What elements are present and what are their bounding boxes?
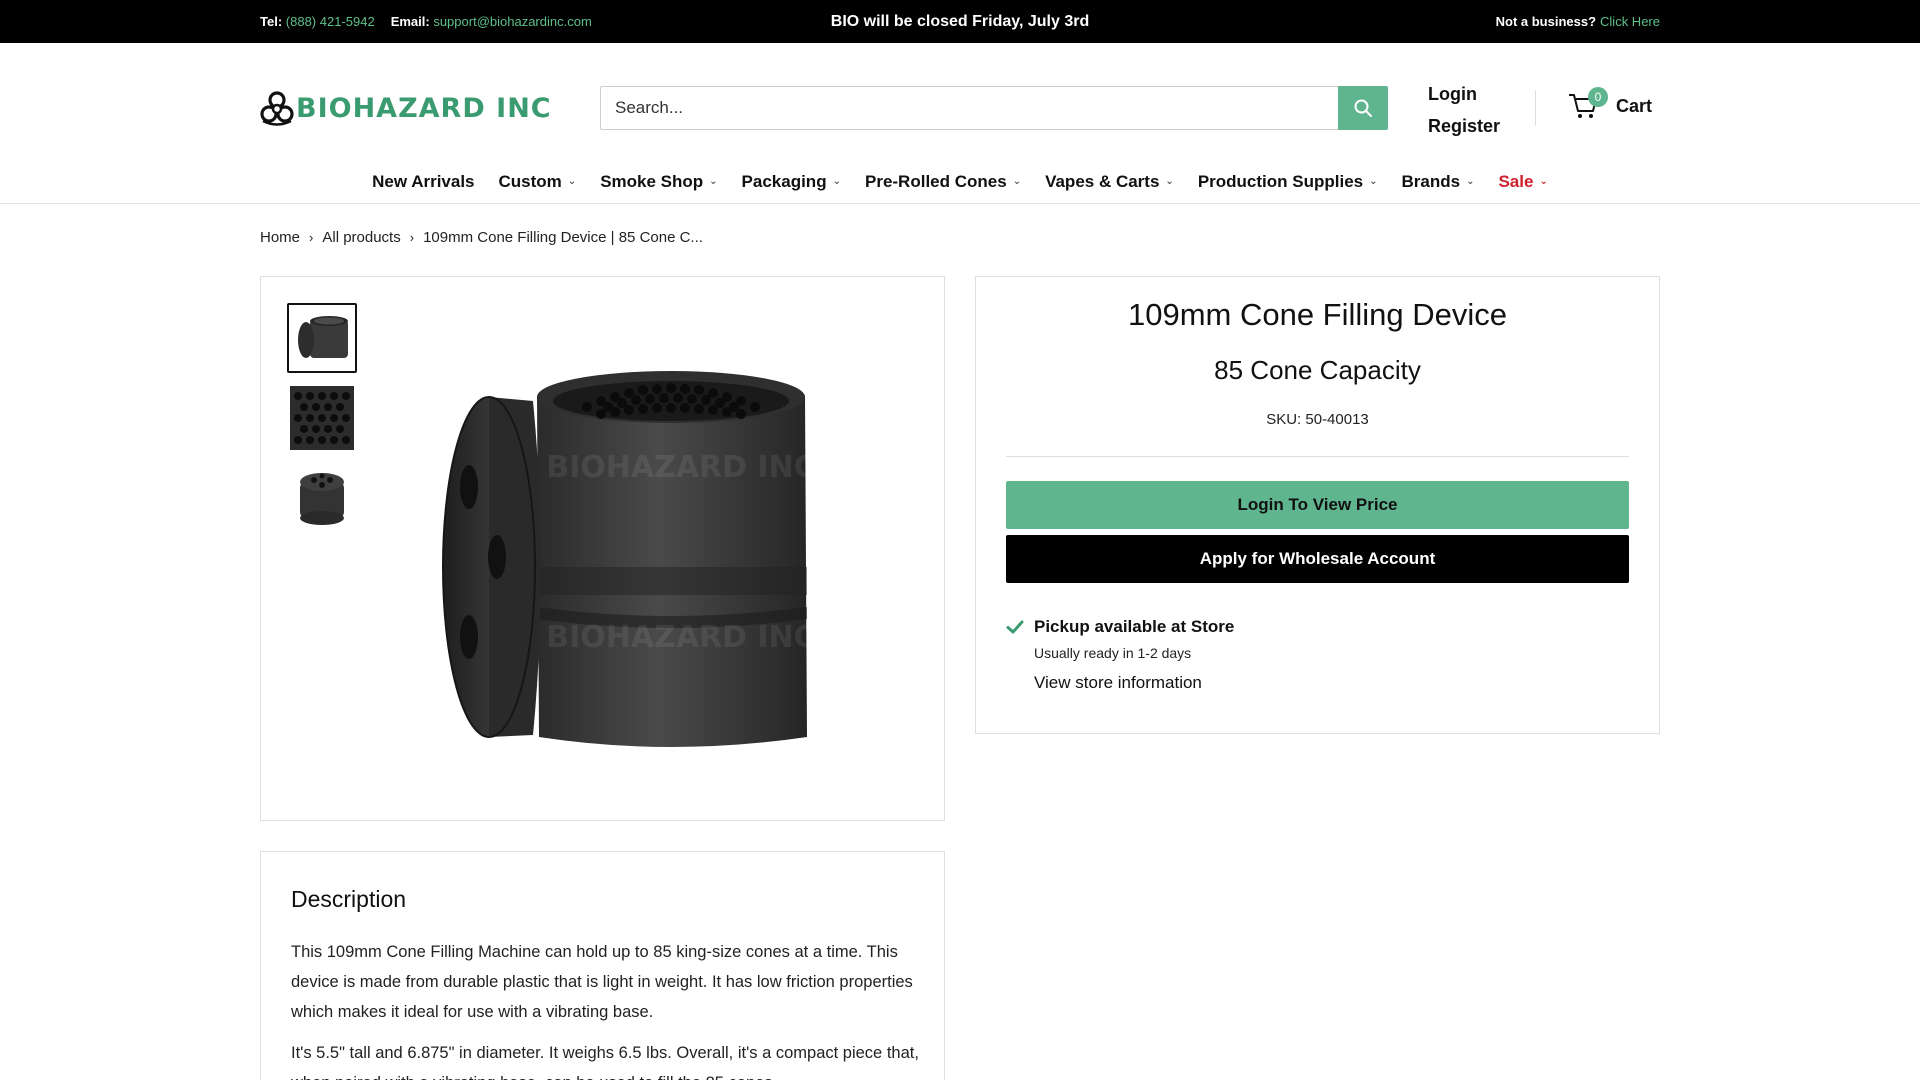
- view-store-information-link[interactable]: View store information: [1034, 673, 1234, 693]
- nav-new-arrivals[interactable]: New Arrivals: [372, 172, 474, 192]
- chevron-down-icon: ⌄: [832, 176, 841, 187]
- product-gallery: BIOHAZARD INC BIOHAZARD INC: [260, 276, 945, 821]
- pickup-eta: Usually ready in 1-2 days: [1034, 645, 1192, 661]
- nav-label: Packaging: [741, 171, 827, 191]
- header-divider: [1535, 90, 1536, 126]
- chevron-down-icon: ⌄: [1012, 176, 1022, 187]
- search-icon: [1354, 99, 1372, 117]
- nav-label: New Arrivals: [372, 171, 475, 191]
- business-question: Not a business?: [1495, 14, 1597, 29]
- account-links: Login Register: [1428, 78, 1500, 142]
- phone-link[interactable]: (888) 421-5942: [286, 14, 375, 29]
- business-click-here-link[interactable]: Click Here: [1600, 14, 1660, 29]
- phone-label: Tel:: [260, 14, 283, 29]
- logo-text: BIOHAZARD INC: [296, 92, 552, 124]
- email-label: Email:: [390, 14, 430, 29]
- thumbnail-top-view[interactable]: [287, 383, 357, 453]
- cart-count-badge: 0: [1588, 87, 1608, 107]
- nav-vapes-carts[interactable]: Vapes & Carts ⌄: [1045, 172, 1174, 192]
- chevron-down-icon: ⌄: [567, 176, 577, 187]
- product-info-panel: 109mm Cone Filling Device 85 Cone Capaci…: [975, 276, 1660, 734]
- cart-label: Cart: [1616, 95, 1653, 116]
- info-divider: [1006, 456, 1629, 457]
- nav-label: Pre-Rolled Cones: [864, 171, 1007, 191]
- nav-pre-rolled-cones[interactable]: Pre-Rolled Cones ⌄: [865, 172, 1021, 192]
- contact-info: Tel: (888) 421-5942 Email: support@bioha…: [260, 0, 608, 43]
- nav-brands[interactable]: Brands ⌄: [1402, 172, 1475, 192]
- breadcrumb-current: 109mm Cone Filling Device | 85 Cone C...: [423, 229, 703, 246]
- thumbnail-side-view[interactable]: [287, 303, 357, 373]
- nav-label: Custom: [498, 171, 562, 191]
- nav-label: Vapes & Carts: [1045, 171, 1160, 191]
- thumbnail-lid-view[interactable]: [287, 463, 357, 533]
- register-link[interactable]: Register: [1428, 110, 1500, 142]
- description-paragraph: This 109mm Cone Filling Machine can hold…: [291, 943, 913, 1021]
- search-input[interactable]: [601, 87, 1338, 129]
- main-navigation: New Arrivals Custom ⌄ Smoke Shop ⌄ Packa…: [0, 160, 1920, 204]
- site-logo[interactable]: BIOHAZARD INC: [260, 88, 552, 128]
- email-contact: Email: support@biohazardinc.com: [391, 14, 592, 29]
- chevron-down-icon: ⌄: [709, 176, 718, 187]
- product-subtitle: 85 Cone Capacity: [1214, 355, 1421, 385]
- watermark-text: BIOHAZARD INC: [546, 620, 816, 655]
- product-thumbnail-image: [290, 386, 354, 450]
- nav-production-supplies[interactable]: Production Supplies ⌄: [1198, 172, 1378, 192]
- nav-packaging[interactable]: Packaging ⌄: [742, 172, 841, 192]
- chevron-down-icon: ⌄: [1466, 176, 1475, 187]
- product-sku: SKU: 50-40013: [1266, 411, 1369, 428]
- search-button[interactable]: [1338, 86, 1388, 130]
- chevron-down-icon: ⌄: [1165, 176, 1174, 187]
- chevron-down-icon: ⌄: [1369, 176, 1378, 187]
- breadcrumb: Home › All products › 109mm Cone Filling…: [260, 229, 703, 246]
- login-link[interactable]: Login: [1428, 78, 1500, 110]
- nav-sale[interactable]: Sale ⌄: [1498, 172, 1547, 192]
- chevron-right-icon: ›: [309, 230, 314, 245]
- nav-label: Smoke Shop: [600, 171, 704, 191]
- description-heading: Description: [291, 886, 407, 912]
- product-thumbnail-image: [300, 473, 344, 525]
- product-title: 109mm Cone Filling Device: [1127, 297, 1508, 332]
- watermark-text: BIOHAZARD INC: [546, 450, 816, 485]
- nav-smoke-shop[interactable]: Smoke Shop ⌄: [600, 172, 717, 192]
- business-prompt: Not a business? Click Here: [1496, 0, 1660, 43]
- cart-button[interactable]: 0 Cart: [1568, 87, 1653, 124]
- announcement-bar: Tel: (888) 421-5942 Email: support@bioha…: [0, 0, 1920, 43]
- apply-wholesale-account-button[interactable]: Apply for Wholesale Account: [1006, 535, 1629, 583]
- email-link[interactable]: support@biohazardinc.com: [433, 14, 591, 29]
- login-to-view-price-button[interactable]: Login To View Price: [1006, 481, 1629, 529]
- checkmark-icon: [1006, 620, 1024, 634]
- pickup-heading: Pickup available at Store: [1034, 617, 1235, 636]
- biohazard-icon: [260, 91, 294, 126]
- chevron-down-icon: ⌄: [1539, 176, 1548, 187]
- breadcrumb-all-products[interactable]: All products: [322, 229, 400, 246]
- nav-label: Brands: [1401, 171, 1461, 191]
- phone-contact: Tel: (888) 421-5942: [260, 14, 375, 29]
- main-product-image[interactable]: BIOHAZARD INC BIOHAZARD INC: [441, 357, 901, 757]
- breadcrumb-home[interactable]: Home: [260, 229, 300, 246]
- product-thumbnail-image: [298, 316, 348, 358]
- description-paragraph: It's 5.5" tall and 6.875" in diameter. I…: [291, 1044, 919, 1080]
- description-panel: Description This 109mm Cone Filling Mach…: [260, 851, 945, 1080]
- pickup-availability: Pickup available at Store Usually ready …: [1006, 617, 1234, 693]
- search-bar: [600, 86, 1388, 130]
- chevron-right-icon: ›: [409, 230, 415, 245]
- nav-label: Sale: [1498, 171, 1534, 191]
- nav-custom[interactable]: Custom ⌄: [499, 172, 577, 192]
- nav-label: Production Supplies: [1197, 171, 1364, 191]
